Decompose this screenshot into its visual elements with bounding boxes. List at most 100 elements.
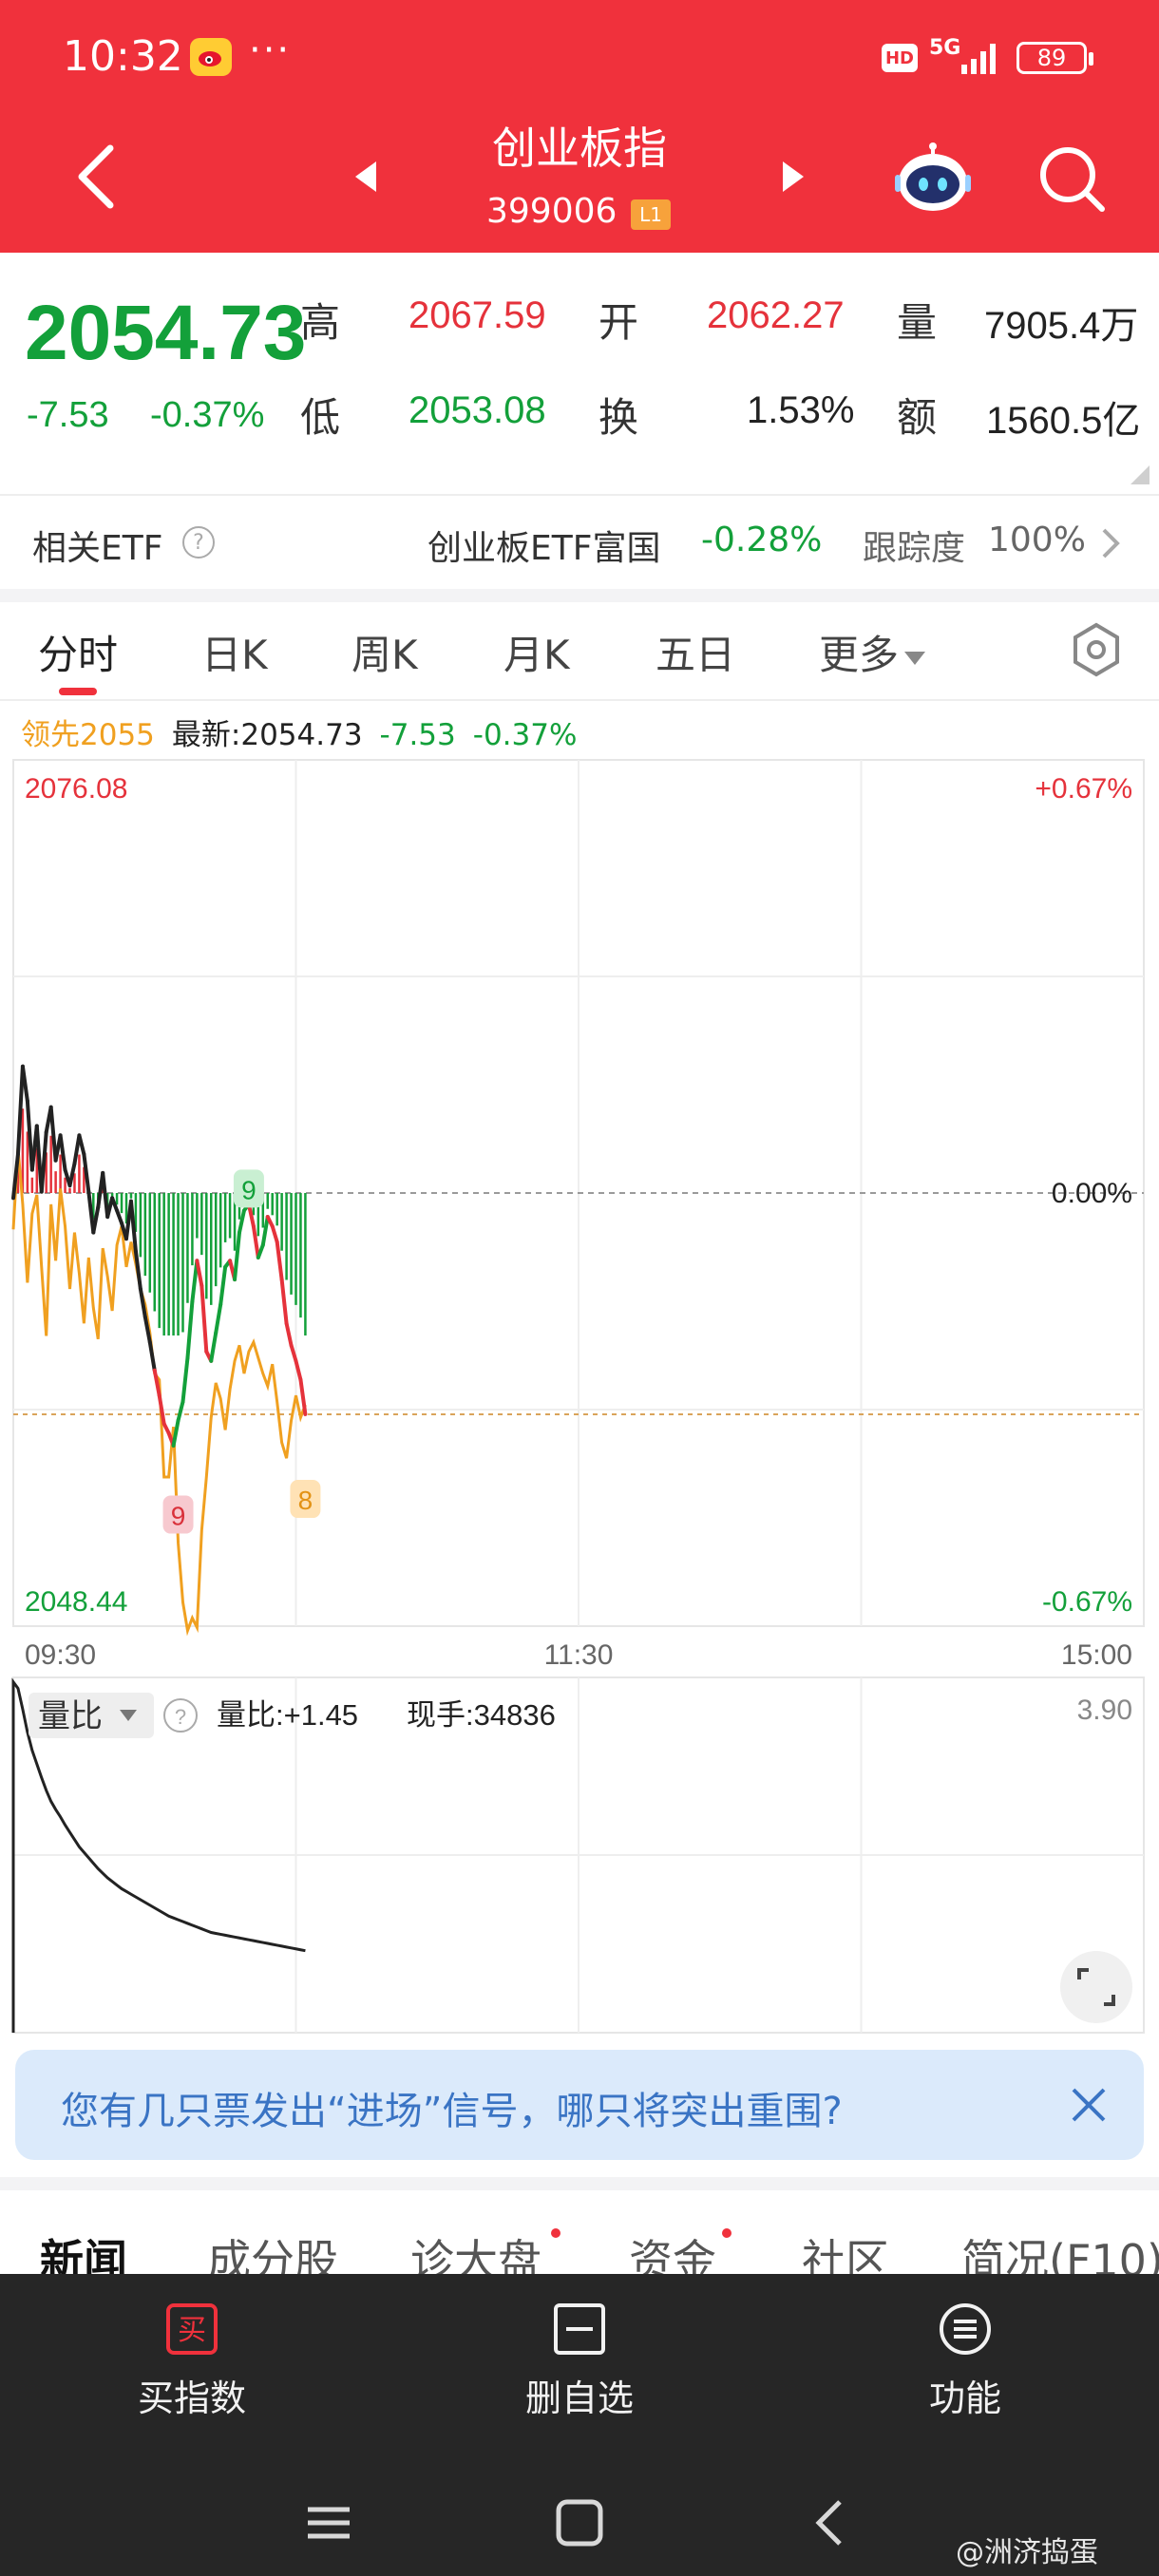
back-icon[interactable] [804, 2496, 857, 2549]
price-line-segment [138, 1286, 147, 1319]
current-hand-readout: 现手:34836 [407, 1698, 556, 1732]
chevron-right-icon[interactable] [1096, 524, 1123, 562]
remove-watchlist-label: 删自选 [524, 2377, 634, 2419]
price-line-segment [185, 1299, 195, 1360]
y-axis-pct-min-label: -0.67% [1042, 1586, 1132, 1618]
tab-weekly-k[interactable]: 周K [352, 623, 418, 681]
tab-community[interactable]: 社区 [802, 2226, 889, 2274]
info-section-tabs: 新闻 成分股 诊大盘 资金 社区 简况(F10) [0, 2194, 1159, 2274]
section-gap [0, 2177, 1159, 2190]
price-line-segment [209, 1331, 218, 1363]
menu-circle-icon [940, 2303, 991, 2355]
signal-marker-label: 8 [298, 1486, 314, 1515]
page-title: 创业板指 [492, 123, 667, 174]
tab-monthly-k[interactable]: 月K [504, 623, 570, 681]
tab-market-diagnosis[interactable]: 诊大盘 [410, 2226, 542, 2274]
price-line-segment [147, 1340, 157, 1373]
x-axis-start-label: 09:30 [25, 1639, 96, 1671]
chart-legend: 领先2055 最新:2054.73 -7.53 -0.37% [21, 710, 594, 753]
etf-name: 创业板ETF富国 [428, 529, 661, 568]
home-icon[interactable] [553, 2496, 606, 2549]
recent-apps-icon[interactable] [302, 2496, 355, 2549]
tab-five-day[interactable]: 五日 [656, 623, 735, 681]
y-axis-max-label: 2076.08 [25, 773, 127, 805]
bottom-action-bar: 买 买指数 删自选 功能 [0, 2274, 1159, 2460]
minus-square-icon [554, 2303, 605, 2355]
close-icon[interactable] [1064, 2080, 1113, 2130]
price-line-segment [20, 1064, 29, 1103]
legend-pct: -0.37% [472, 718, 578, 752]
tracking-label: 跟踪度 [863, 529, 966, 568]
y-axis-min-label: 2048.44 [25, 1586, 127, 1618]
app-header: 10:32 ··· HD 5G 89 创业板指 399006 L1 [0, 0, 1159, 253]
price-line-segment [214, 1302, 223, 1335]
price-line-segment [195, 1259, 204, 1288]
remove-watchlist-button[interactable]: 删自选 [437, 2302, 722, 2421]
functions-button[interactable]: 功能 [823, 2302, 1108, 2421]
legend-change: -7.53 [379, 718, 456, 752]
signal-marker-label: 9 [171, 1502, 186, 1531]
tab-intraday[interactable]: 分时 [38, 623, 118, 681]
tab-daily-k[interactable]: 日K [201, 623, 268, 681]
robot-assistant-icon[interactable] [893, 141, 973, 217]
back-arrow-icon[interactable] [68, 139, 125, 215]
help-icon-text: ? [175, 1705, 186, 1729]
watermark-text: @洲济捣蛋 [956, 2536, 1098, 2569]
etf-change: -0.28% [701, 521, 823, 559]
tab-capital-flow[interactable]: 资金 [629, 2226, 716, 2274]
tab-more[interactable]: 更多 [819, 623, 926, 681]
price-line-segment [152, 1368, 162, 1398]
legend-latest: 最新:2054.73 [171, 718, 363, 752]
tab-profile-f10[interactable]: 简况(F10) [961, 2226, 1159, 2274]
y-axis-pct-zero-label: 0.00% [1052, 1178, 1132, 1209]
volume-value: 7905.4万 [984, 305, 1139, 347]
volume-ratio-readout: 量比:+1.45 [217, 1698, 358, 1732]
chart-period-tabs: 分时 日K 周K 月K 五日 更多 [0, 600, 1159, 699]
battery-icon: 89 [1016, 42, 1093, 74]
search-icon[interactable] [1036, 142, 1108, 215]
price-line-segment [77, 1133, 86, 1157]
new-dot-icon [722, 2228, 732, 2238]
next-triangle-icon[interactable] [779, 158, 808, 196]
expand-corner-icon[interactable] [1130, 465, 1150, 484]
prev-triangle-icon[interactable] [352, 158, 380, 196]
quote-panel: 2054.73 -7.53 -0.37% 高 2067.59 开 2062.27… [0, 253, 1159, 494]
low-label: 低 [300, 394, 341, 441]
status-more-dots: ··· [249, 28, 292, 72]
banner-text: 您有几只票发出“进场”信号，哪只将突出重围? [61, 2090, 843, 2133]
weibo-icon [190, 38, 232, 76]
signal-marker-label: 9 [241, 1175, 256, 1204]
network-type: 5G [929, 36, 961, 60]
turnover-label: 换 [598, 394, 639, 441]
buy-icon: 买 [166, 2303, 218, 2355]
open-label: 开 [598, 299, 639, 346]
legend-lead: 领先2055 [21, 718, 155, 752]
open-value: 2062.27 [707, 294, 845, 336]
tab-constituents[interactable]: 成分股 [207, 2226, 338, 2274]
price-line-segment [176, 1399, 185, 1423]
price-line-segment [284, 1321, 294, 1348]
high-label: 高 [300, 299, 341, 346]
turnover-value: 1.53% [747, 389, 855, 431]
level-badge: L1 [631, 199, 671, 230]
signal-promo-banner[interactable]: 您有几只票发出“进场”信号，哪只将突出重围? [15, 2050, 1144, 2160]
tab-news[interactable]: 新闻 [40, 2226, 127, 2274]
active-tab-indicator [59, 688, 97, 695]
tracking-value: 100% [988, 521, 1086, 559]
intraday-chart[interactable]: 9 9 8 2076.08 2048.44 +0.67% 0.00% -0.67% 09:30 1… [0, 750, 1159, 2042]
divider [0, 699, 1159, 701]
settings-hexagon-icon[interactable] [1068, 621, 1125, 678]
buy-icon-text: 买 [178, 2314, 206, 2347]
related-etf-row[interactable]: 相关ETF ? 创业板ETF富国 -0.28% 跟踪度 100% [0, 496, 1159, 591]
buy-index-button[interactable]: 买 买指数 [49, 2302, 334, 2421]
price-line-segment [256, 1242, 265, 1260]
price-line-segment [171, 1418, 180, 1448]
price-change-pct: -0.37% [150, 395, 265, 435]
y-axis-pct-max-label: +0.67% [1035, 773, 1132, 805]
amount-value: 1560.5亿 [986, 400, 1141, 442]
price-line-segment [270, 1223, 279, 1244]
low-value: 2053.08 [408, 389, 546, 431]
functions-label: 功能 [928, 2377, 1001, 2419]
amount-label: 额 [897, 394, 938, 441]
help-icon[interactable]: ? [182, 526, 215, 559]
